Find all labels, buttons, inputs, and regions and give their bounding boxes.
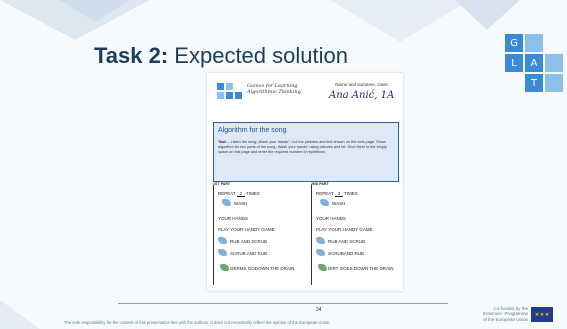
tap-icon: [318, 264, 327, 271]
task-text: – Listen the song „Wash your hands“. Cut…: [218, 140, 387, 154]
part-1-column: REPEAT 2 TIMES WASH YOUR HANDS PLAY YOUR…: [213, 185, 300, 285]
hand-wash-icon: [320, 199, 329, 206]
worksheet-logo: [217, 83, 243, 101]
scrub-step: SCRUB AND RUB: [230, 251, 268, 256]
repeat-line: REPEAT 2 TIMES: [218, 191, 260, 197]
logo-tile-a: A: [525, 54, 543, 72]
algorithm-title: Algorithm for the song: [218, 127, 287, 134]
page-number: 24: [316, 307, 322, 313]
title-bold: Task 2:: [94, 43, 169, 68]
rub-step: RUB AND SCRUB: [328, 239, 366, 244]
part-2-column: REPEAT 3 TIMES WASH YOUR HANDS PLAY YOUR…: [311, 185, 398, 285]
logo-tile-blank: [545, 74, 563, 92]
wash-step: WASH: [234, 201, 248, 206]
times-label: TIMES: [344, 191, 358, 196]
dirt-step: DIRT GOES DOWN THE DRAIN: [328, 266, 394, 271]
times-label: TIMES: [246, 191, 260, 196]
logo-text-line: Algorithmic Thinking: [247, 89, 301, 95]
hand-wash-icon: [222, 199, 231, 206]
eu-disclaimer: The sole responsibility for the content …: [64, 320, 331, 325]
rub-step: RUB AND SCRUB: [230, 239, 268, 244]
hand-scrub-icon: [218, 249, 227, 256]
germs-step: GERMS GODOWN THE DRAIN: [230, 266, 295, 271]
logo-tile-l: L: [505, 54, 523, 72]
scrub-step: SCRUBAND RUB: [328, 251, 365, 256]
repeat-count: 3: [334, 191, 343, 197]
cofunded-line: of the European Union: [482, 316, 528, 322]
title-rest: Expected solution: [168, 43, 348, 68]
wash-step: WASH: [332, 201, 346, 206]
logo-tile-blank: [545, 54, 563, 72]
worksheet-logo-text: Games for Learning Algorithmic Thinking: [247, 83, 301, 95]
play-step: PLAY YOUR HANDY GAME: [316, 227, 373, 232]
algorithm-box: Algorithm for the song Task – Listen the…: [213, 122, 399, 182]
hand-rub-icon: [218, 237, 227, 244]
play-step: PLAY YOUR HANDY GAME: [218, 227, 275, 232]
logo-tile-blank: [525, 34, 543, 52]
worksheet-image: Games for Learning Algorithmic Thinking …: [207, 73, 403, 291]
logo-tile-g: G: [505, 34, 523, 52]
logo-tile-t: T: [525, 74, 543, 92]
eu-flag-icon: ✶✶✶: [531, 307, 553, 322]
name-value: Ana Anić, 1A: [329, 90, 395, 101]
your-hands-step: YOUR HANDS: [316, 216, 347, 221]
glat-logo: G L A T: [505, 34, 565, 96]
repeat-line: REPEAT 3 TIMES: [316, 191, 358, 197]
repeat-label: REPEAT: [316, 191, 334, 196]
footer-divider: [118, 303, 448, 304]
cofunded-text: Co-funded by the Erasmus+ Programme of t…: [462, 306, 528, 322]
slide-title: Task 2: Expected solution: [94, 43, 348, 69]
repeat-label: REPEAT: [218, 191, 236, 196]
tap-icon: [220, 264, 229, 271]
hand-scrub-icon: [316, 249, 325, 256]
hand-rub-icon: [316, 237, 325, 244]
your-hands-step: YOUR HANDS: [218, 216, 249, 221]
name-label: Name and surname, class:: [335, 82, 389, 87]
task-description: Task – Listen the song „Wash your hands“…: [218, 140, 394, 155]
repeat-count: 2: [236, 191, 245, 197]
